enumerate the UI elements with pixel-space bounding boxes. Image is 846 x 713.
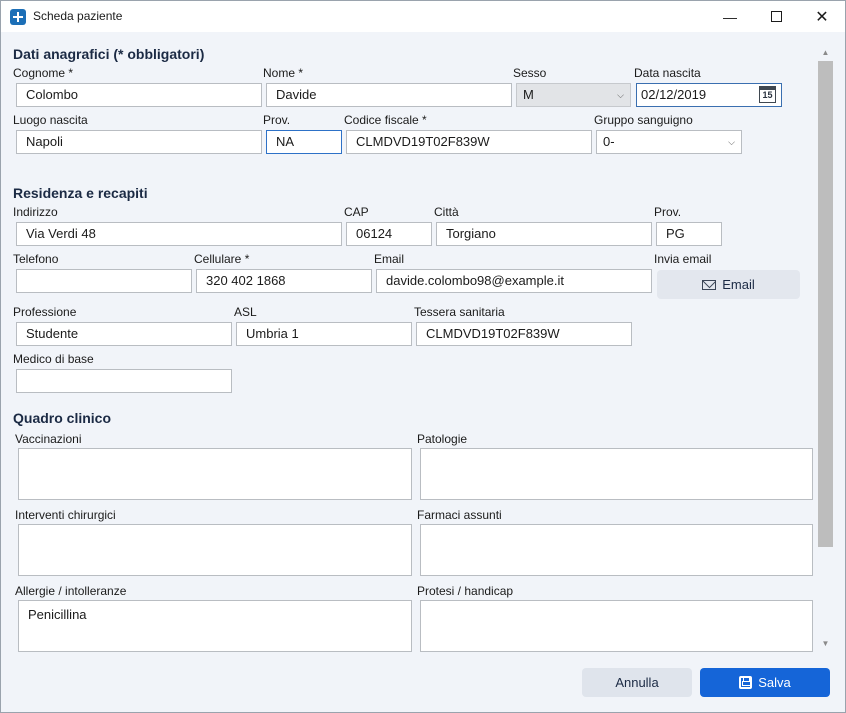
tessera-field[interactable]: CLMDVD19T02F839W [416,322,632,346]
label-prov-residenza: Prov. [654,205,682,219]
prov-residenza-field[interactable]: PG [656,222,722,246]
floppy-disk-icon [739,676,753,689]
section-title-clinico: Quadro clinico [13,410,112,426]
label-telefono: Telefono [13,252,59,266]
sesso-value: M [523,87,534,102]
label-invia-email: Invia email [654,252,712,266]
window-title: Scheda paziente [33,9,123,23]
chevron-down-icon: ⌵ [617,90,624,100]
label-citta: Città [434,205,459,219]
nome-field[interactable]: Davide [266,83,512,107]
patologie-textarea[interactable] [420,448,813,500]
scroll-up-icon[interactable]: ▲ [817,46,834,60]
professione-field[interactable]: Studente [16,322,232,346]
label-asl: ASL [234,305,257,319]
allergie-textarea[interactable]: Penicillina [18,600,412,652]
label-vaccinazioni: Vaccinazioni [15,432,82,446]
label-farmaci: Farmaci assunti [417,508,502,522]
cancel-label: Annulla [615,675,659,690]
medical-cross-icon [10,9,26,25]
label-codice-fiscale: Codice fiscale * [344,113,427,127]
calendar-icon[interactable]: 15 [759,86,776,103]
label-gruppo-sanguigno: Gruppo sanguigno [594,113,693,127]
telefono-field[interactable] [16,269,192,293]
medico-field[interactable] [16,369,232,393]
cognome-field[interactable]: Colombo [16,83,262,107]
label-interventi: Interventi chirurgici [15,508,116,522]
title-bar[interactable]: Scheda paziente — ✕ [1,1,845,32]
data-nascita-picker[interactable]: 02/12/2019 15 [636,83,782,107]
label-tessera: Tessera sanitaria [414,305,505,319]
label-cellulare: Cellulare * [194,252,250,266]
data-nascita-value: 02/12/2019 [641,87,707,102]
label-sesso: Sesso [513,66,547,80]
section-title-residenza: Residenza e recapiti [13,185,148,201]
save-label: Salva [758,675,791,690]
label-nome: Nome * [263,66,304,80]
label-indirizzo: Indirizzo [13,205,58,219]
scroll-down-icon[interactable]: ▼ [817,637,834,651]
close-button[interactable]: ✕ [799,1,845,32]
interventi-textarea[interactable] [18,524,412,576]
vaccinazioni-textarea[interactable] [18,448,412,500]
cellulare-field[interactable]: 320 402 1868 [196,269,372,293]
label-allergie: Allergie / intolleranze [15,584,127,598]
label-protesi: Protesi / handicap [417,584,514,598]
chevron-down-icon: ⌵ [728,137,735,147]
minimize-icon: — [723,8,737,25]
codice-fiscale-field[interactable]: CLMDVD19T02F839W [346,130,592,154]
label-cognome: Cognome * [13,66,74,80]
minimize-button[interactable]: — [707,1,753,32]
label-patologie: Patologie [417,432,468,446]
label-cap: CAP [344,205,369,219]
farmaci-textarea[interactable] [420,524,813,576]
label-email: Email [374,252,405,266]
cap-field[interactable]: 06124 [346,222,432,246]
send-email-button[interactable]: Email [657,270,800,299]
protesi-textarea[interactable] [420,600,813,652]
maximize-icon [770,11,782,22]
email-field[interactable]: davide.colombo98@example.it [376,269,652,293]
maximize-button[interactable] [753,1,799,32]
save-button[interactable]: Salva [700,668,830,697]
send-email-label: Email [722,277,755,292]
close-icon: ✕ [815,8,829,26]
scrollbar-thumb[interactable] [818,61,833,547]
citta-field[interactable]: Torgiano [436,222,652,246]
gruppo-sanguigno-value: 0- [603,134,615,149]
label-prov-nascita: Prov. [263,113,291,127]
sesso-select[interactable]: M ⌵ [516,83,631,107]
label-medico: Medico di base [13,352,94,366]
patient-record-window: Scheda paziente — ✕ Dati anagrafici (* o… [0,0,846,713]
cancel-button[interactable]: Annulla [582,668,692,697]
section-title-anagrafica: Dati anagrafici (* obbligatori) [13,46,205,62]
vertical-scrollbar[interactable]: ▲ ▼ [817,45,834,651]
envelope-icon [702,279,717,290]
label-professione: Professione [13,305,77,319]
label-luogo-nascita: Luogo nascita [13,113,88,127]
indirizzo-field[interactable]: Via Verdi 48 [16,222,342,246]
asl-field[interactable]: Umbria 1 [236,322,412,346]
label-data-nascita: Data nascita [634,66,701,80]
gruppo-sanguigno-select[interactable]: 0- ⌵ [596,130,742,154]
prov-nascita-field[interactable]: NA [266,130,342,154]
luogo-nascita-field[interactable]: Napoli [16,130,262,154]
